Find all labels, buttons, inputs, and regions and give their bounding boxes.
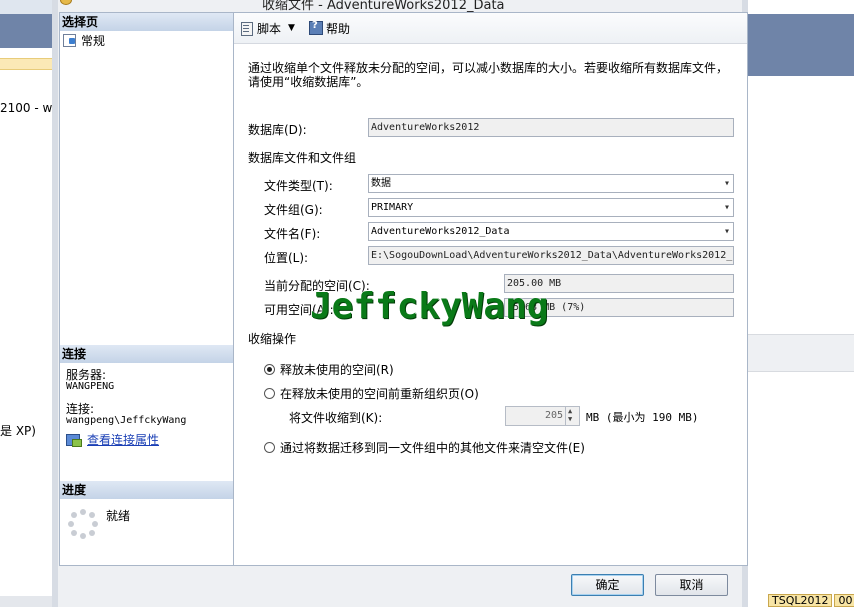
server-value: WANGPENG: [66, 381, 115, 392]
dialog-frame-left: [52, 0, 58, 607]
ok-button[interactable]: 确定: [571, 574, 644, 596]
progress-header: 进度: [60, 481, 234, 499]
background-status-tabs: TSQL2012 00: [768, 594, 854, 607]
shrink-to-unit: MB (最小为 190 MB): [586, 411, 699, 424]
script-button[interactable]: 脚本 ▼: [240, 20, 295, 37]
filegroup-value: PRIMARY: [371, 202, 414, 213]
reorganize-label: 在释放未使用的空间前重新组织页(O): [280, 387, 479, 401]
chevron-down-icon[interactable]: ▼: [568, 416, 572, 423]
background-app-right: TSQL2012 00: [748, 0, 854, 607]
toolbar: 脚本 ▼ 帮助: [234, 13, 747, 44]
database-label: 数据库(D):: [248, 123, 307, 137]
help-icon: [308, 20, 323, 35]
shrink-to-label: 将文件收缩到(K):: [289, 411, 383, 425]
general-page-icon: [63, 34, 77, 47]
empty-file-option[interactable]: 通过将数据迁移到同一文件组中的其他文件来清空文件(E): [264, 439, 585, 456]
connection-value: wangpeng\JeffckyWang: [66, 415, 187, 426]
script-icon: [240, 21, 254, 36]
view-connection-properties-link[interactable]: 查看连接属性: [87, 434, 159, 446]
background-text-fragment: 是 XP): [0, 424, 36, 438]
cancel-button[interactable]: 取消: [655, 574, 728, 596]
release-unused-radio[interactable]: [264, 364, 275, 375]
stepper-buttons[interactable]: ▲ ▼: [565, 407, 579, 425]
progress-status: 就绪: [106, 509, 131, 523]
shrink-to-stepper[interactable]: 205 ▲ ▼: [505, 406, 580, 426]
server-label: 服务器:: [66, 368, 107, 382]
page-item-general[interactable]: 常规: [60, 31, 234, 49]
help-label: 帮助: [325, 21, 350, 36]
files-group-heading: 数据库文件和文件组: [248, 151, 357, 165]
database-field[interactable]: AdventureWorks2012: [368, 118, 734, 137]
chevron-up-icon[interactable]: ▲: [568, 408, 572, 415]
chevron-down-icon[interactable]: ▼: [288, 23, 295, 33]
release-unused-option[interactable]: 释放未使用的空间(R): [264, 361, 394, 378]
connection-label: 连接:: [66, 402, 95, 416]
watermark-text: JeffckyWang: [310, 286, 549, 327]
background-toolbar: [0, 0, 52, 15]
file-type-value: 数据: [371, 178, 391, 189]
select-page-header: 选择页: [60, 13, 234, 31]
chevron-down-icon: ▾: [723, 226, 730, 237]
reorganize-option[interactable]: 在释放未使用的空间前重新组织页(O): [264, 385, 479, 402]
page-item-label: 常规: [81, 33, 106, 48]
shrink-action-heading: 收缩操作: [248, 332, 297, 346]
filegroup-label: 文件组(G):: [264, 203, 323, 217]
background-app-left: 2100 - w 是 XP): [0, 0, 52, 607]
empty-file-radio[interactable]: [264, 442, 275, 453]
status-tab[interactable]: 00: [834, 594, 854, 607]
background-title-bar: [748, 14, 854, 76]
connection-properties-icon: [66, 433, 82, 447]
background-text-fragment: 2100 - w: [0, 101, 53, 115]
status-tab[interactable]: TSQL2012: [768, 594, 833, 607]
description-text: 通过收缩单个文件释放未分配的空间，可以减小数据库的大小。若要收缩所有数据库文件，…: [248, 61, 729, 89]
progress-section: 进度 就绪: [60, 481, 234, 559]
location-field[interactable]: E:\SogouDownLoad\AdventureWorks2012_Data…: [368, 246, 734, 265]
file-name-value: AdventureWorks2012_Data: [371, 226, 510, 237]
location-label: 位置(L):: [264, 251, 309, 265]
progress-spinner-icon: [68, 509, 98, 539]
background-highlight-bar: [0, 58, 52, 70]
background-panel: [748, 334, 854, 372]
reorganize-radio[interactable]: [264, 388, 275, 399]
file-type-label: 文件类型(T):: [264, 179, 333, 193]
chevron-down-icon: ▾: [723, 202, 730, 213]
connection-section: 连接 服务器: WANGPENG 连接: wangpeng\JeffckyWan…: [60, 345, 234, 452]
chevron-down-icon: ▾: [723, 178, 730, 189]
background-title-bar: [0, 14, 52, 48]
background-status-bar: [0, 596, 52, 607]
connection-header: 连接: [60, 345, 234, 363]
left-panel: 选择页 常规 连接 服务器: WANGPENG 连接: wangpeng\Jef…: [59, 12, 235, 566]
release-unused-label: 释放未使用的空间(R): [280, 363, 394, 377]
file-name-select[interactable]: AdventureWorks2012_Data ▾: [368, 222, 734, 241]
script-label: 脚本: [257, 21, 282, 36]
dialog-app-icon: [60, 0, 72, 5]
help-button[interactable]: 帮助: [308, 20, 350, 37]
shrink-to-value: 205: [544, 410, 563, 421]
filegroup-select[interactable]: PRIMARY ▾: [368, 198, 734, 217]
file-name-label: 文件名(F):: [264, 227, 321, 241]
file-type-select[interactable]: 数据 ▾: [368, 174, 734, 193]
empty-file-label: 通过将数据迁移到同一文件组中的其他文件来清空文件(E): [280, 441, 585, 455]
